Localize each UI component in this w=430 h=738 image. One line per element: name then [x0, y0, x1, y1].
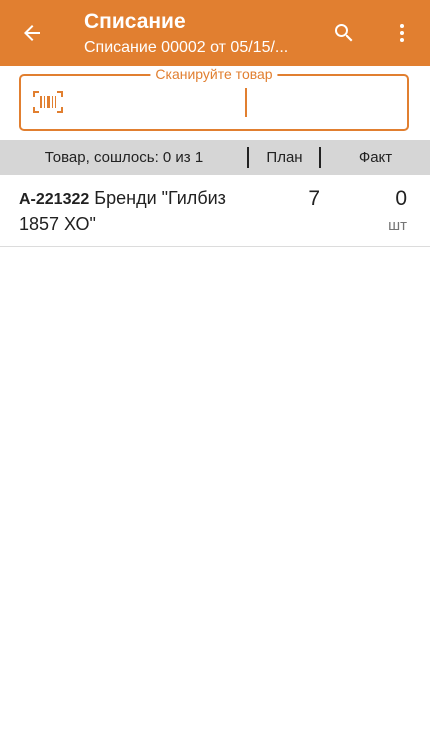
- arrow-left-icon: [24, 25, 40, 41]
- fact-quantity: 0: [395, 187, 407, 210]
- column-header-fact: Факт: [358, 149, 393, 166]
- product-name-cell: А-221322 Бренди "Гилбиз 1857 ХО": [19, 186, 249, 237]
- table-header: Товар, сошлось: 0 из 1 План Факт: [0, 140, 430, 175]
- app-screen: Списание Списание 00002 от 05/15/... Ска…: [0, 0, 430, 738]
- scan-field-label: Сканируйте товар: [150, 66, 278, 82]
- search-button[interactable]: [320, 9, 368, 57]
- overflow-menu-button[interactable]: [378, 9, 426, 57]
- more-vert-icon: [400, 24, 404, 42]
- scan-input-field[interactable]: Сканируйте товар: [19, 66, 409, 131]
- back-button[interactable]: [8, 9, 56, 57]
- toolbar-titles: Списание Списание 00002 от 05/15/...: [84, 9, 314, 58]
- toolbar: Списание Списание 00002 от 05/15/...: [0, 0, 430, 66]
- text-cursor: [245, 88, 247, 117]
- product-code: А-221322: [19, 191, 90, 208]
- column-header-product: Товар, сошлось: 0 из 1: [44, 149, 204, 166]
- page-subtitle: Списание 00002 от 05/15/...: [84, 39, 289, 56]
- table-row[interactable]: А-221322 Бренди "Гилбиз 1857 ХО" 7 0 шт: [0, 175, 430, 247]
- unit-label: шт: [388, 217, 407, 234]
- column-header-plan: План: [266, 149, 303, 166]
- search-icon: [335, 24, 353, 42]
- page-title: Списание: [84, 10, 186, 33]
- barcode-icon: [33, 91, 63, 113]
- plan-quantity: 7: [308, 187, 320, 210]
